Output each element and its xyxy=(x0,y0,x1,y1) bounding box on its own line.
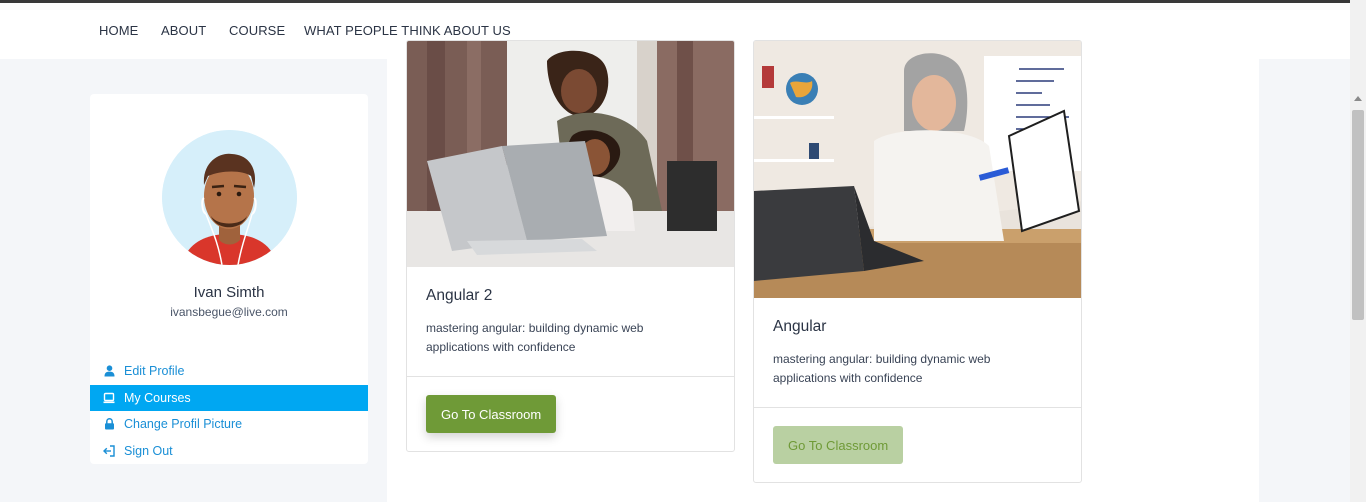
card-divider xyxy=(754,407,1081,408)
lock-icon xyxy=(103,418,115,430)
menu-change-picture[interactable]: Change Profil Picture xyxy=(90,411,368,437)
course-image xyxy=(754,41,1081,298)
nav-course[interactable]: COURSE xyxy=(229,23,285,38)
course-description: mastering angular: building dynamic web … xyxy=(426,321,644,354)
go-to-classroom-button[interactable]: Go To Classroom xyxy=(773,426,904,464)
course-description: mastering angular: building dynamic web … xyxy=(773,352,991,385)
course-card: Angular 2 mastering angular: building dy… xyxy=(406,40,735,452)
profile-card: Ivan Simth ivansbegue@live.com Edit Prof… xyxy=(90,94,368,464)
user-icon xyxy=(103,365,115,377)
scroll-thumb[interactable] xyxy=(1352,110,1364,320)
card-divider xyxy=(407,376,734,377)
menu-sign-out-label: Sign Out xyxy=(124,444,173,458)
course-image xyxy=(407,41,734,267)
go-to-classroom-button[interactable]: Go To Classroom xyxy=(426,395,557,433)
scroll-up-arrow-icon[interactable] xyxy=(1354,96,1362,101)
course-title: Angular xyxy=(773,318,827,335)
menu-edit-profile-label: Edit Profile xyxy=(124,364,185,378)
avatar-illustration xyxy=(162,130,297,265)
user-name: Ivan Simth xyxy=(193,284,265,301)
menu-my-courses-label: My Courses xyxy=(124,391,191,405)
nav-home[interactable]: HOME xyxy=(99,23,138,38)
menu-my-courses[interactable]: My Courses xyxy=(90,385,368,411)
nav-about[interactable]: ABOUT xyxy=(161,23,206,38)
course-photo-mother-child-laptop xyxy=(407,41,734,267)
page-scrollbar[interactable] xyxy=(1350,0,1366,502)
menu-sign-out[interactable]: Sign Out xyxy=(90,438,368,464)
course-title: Angular 2 xyxy=(426,287,493,304)
nav-testimonials[interactable]: WHAT PEOPLE THINK ABOUT US xyxy=(304,23,511,38)
user-email: ivansbegue@live.com xyxy=(170,305,288,319)
laptop-icon xyxy=(103,392,115,404)
menu-edit-profile[interactable]: Edit Profile xyxy=(90,358,368,384)
course-photo-teacher-whiteboard xyxy=(754,41,1081,298)
sign-out-icon xyxy=(103,445,115,457)
course-card: Angular mastering angular: building dyna… xyxy=(753,40,1082,483)
menu-change-picture-label: Change Profil Picture xyxy=(124,417,243,431)
avatar xyxy=(162,130,297,265)
